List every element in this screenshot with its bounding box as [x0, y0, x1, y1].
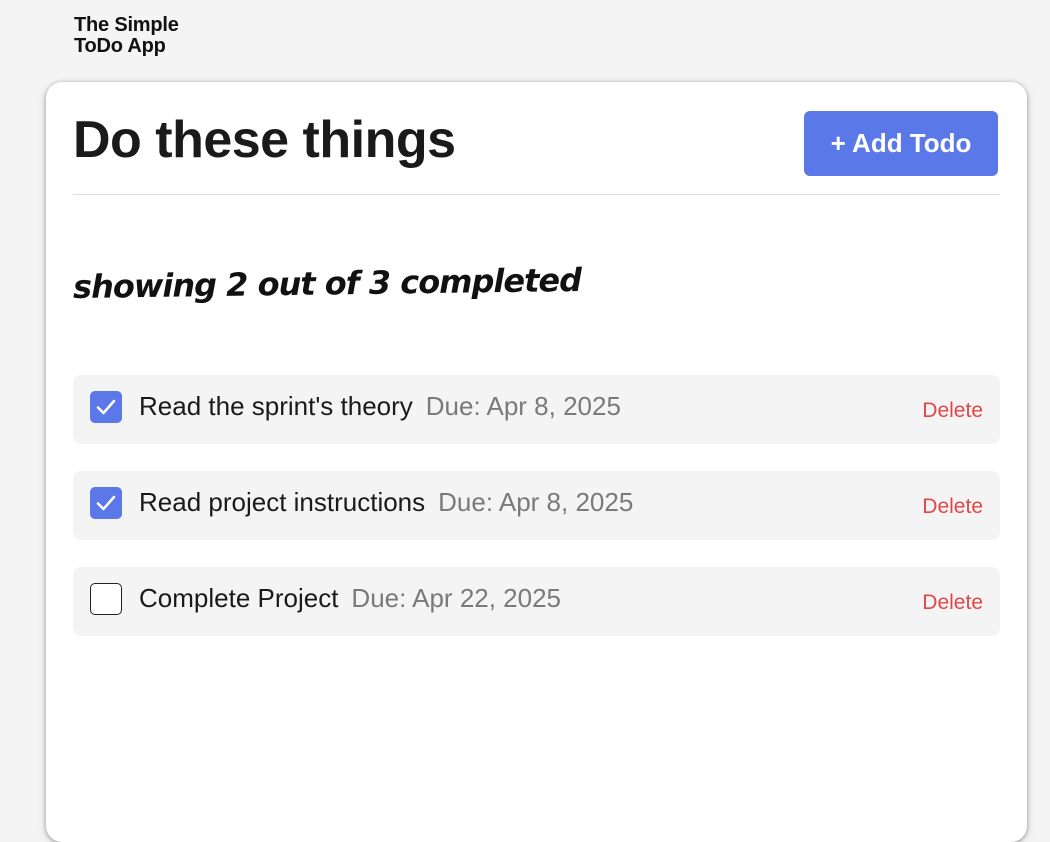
todo-text: Read the sprint's theory Due: Apr 8, 2025 — [139, 389, 621, 423]
delete-button[interactable]: Delete — [922, 591, 983, 615]
todo-card: Do these things + Add Todo showing 2 out… — [46, 82, 1027, 842]
completion-status: showing 2 out of 3 completed — [72, 260, 582, 306]
todo-checkbox[interactable] — [90, 583, 122, 615]
delete-button[interactable]: Delete — [922, 399, 983, 423]
todo-item: Read the sprint's theory Due: Apr 8, 2025… — [73, 375, 1000, 444]
delete-button[interactable]: Delete — [922, 495, 983, 519]
todo-title: Complete Project — [139, 583, 339, 613]
todo-due-date: Due: Apr 8, 2025 — [438, 487, 634, 517]
todo-checkbox[interactable] — [90, 487, 122, 519]
card-header: Do these things + Add Todo — [73, 82, 1000, 195]
todo-item: Complete Project Due: Apr 22, 2025 Delete — [73, 567, 1000, 636]
todo-list: Read the sprint's theory Due: Apr 8, 2025… — [73, 375, 1000, 663]
checkmark-icon — [96, 495, 116, 511]
app-logo-line2: ToDo App — [74, 35, 166, 57]
todo-checkbox[interactable] — [90, 391, 122, 423]
app-logo: The Simple ToDo App — [74, 15, 179, 57]
todo-due-date: Due: Apr 22, 2025 — [351, 583, 562, 613]
checkmark-icon — [96, 399, 116, 415]
page-title: Do these things — [73, 111, 456, 169]
todo-title: Read project instructions — [139, 487, 426, 517]
todo-item: Read project instructions Due: Apr 8, 202… — [73, 471, 1000, 540]
todo-title: Read the sprint's theory — [139, 391, 413, 421]
todo-due-date: Due: Apr 8, 2025 — [425, 391, 621, 421]
todo-text: Read project instructions Due: Apr 8, 202… — [139, 485, 633, 519]
add-todo-button[interactable]: + Add Todo — [804, 111, 998, 176]
app-logo-line1: The Simple — [74, 14, 179, 36]
todo-text: Complete Project Due: Apr 22, 2025 — [139, 581, 561, 615]
